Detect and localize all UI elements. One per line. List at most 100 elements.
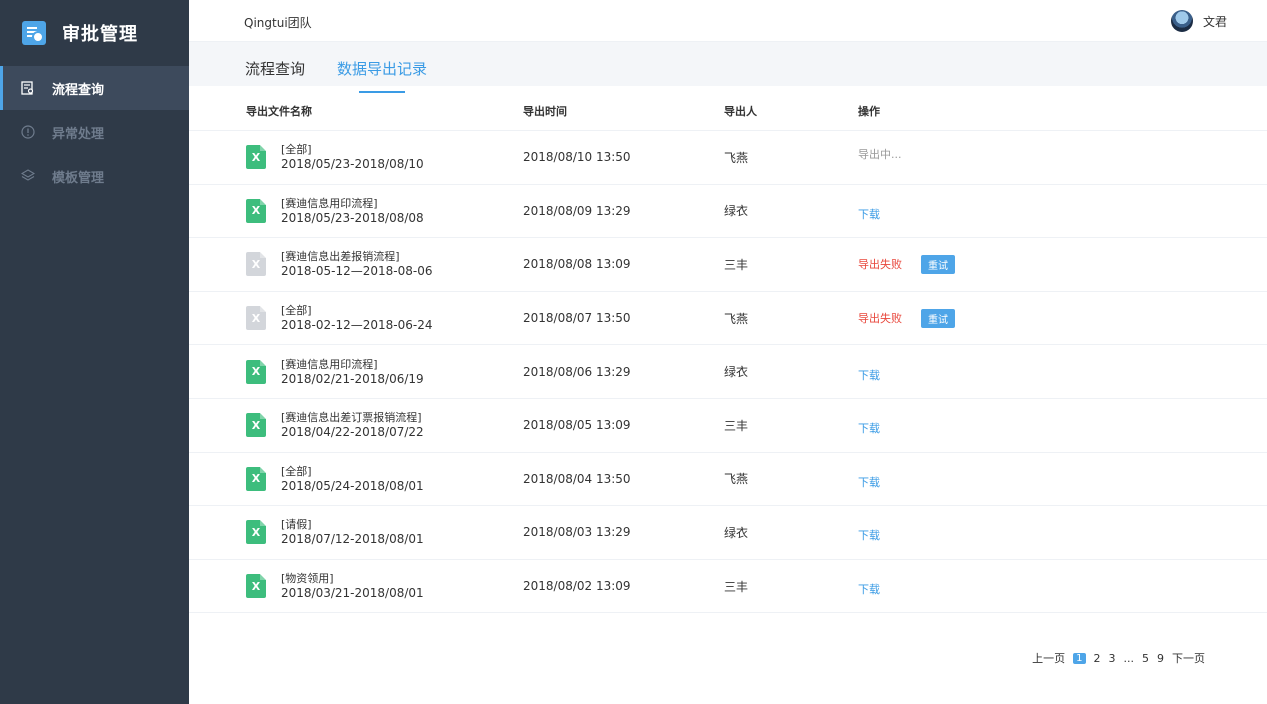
brand: 审批管理	[0, 0, 189, 66]
file-name-cell: X [赛迪信息用印流程] 2018/02/21-2018/06/19	[246, 345, 424, 398]
export-time: 2018/08/10 13:50	[523, 150, 631, 165]
exporting-status: 导出中...	[858, 148, 902, 162]
file-date-range: 2018/04/22-2018/07/22	[281, 425, 424, 440]
page-button[interactable]: 5	[1142, 652, 1149, 665]
download-link[interactable]: 下载	[858, 474, 880, 490]
sidebar: 审批管理 流程查询 异常处理 模板管理	[0, 0, 189, 704]
file-scope: [全部]	[281, 143, 312, 157]
download-link[interactable]: 下载	[858, 367, 880, 383]
file-scope: [赛迪信息用印流程]	[281, 357, 378, 371]
alert-circle-icon	[20, 124, 36, 140]
file-name-cell: X [赛迪信息出差报销流程] 2018-05-12—2018-08-06	[246, 238, 432, 291]
export-time: 2018/08/06 13:29	[523, 364, 631, 379]
tab-bar: 流程查询 数据导出记录	[189, 42, 1267, 93]
exporter-name: 三丰	[724, 579, 749, 594]
approval-app-icon	[22, 21, 46, 45]
retry-button[interactable]: 重试	[921, 308, 955, 328]
export-time: 2018/08/03 13:29	[523, 525, 631, 540]
table-row: X [赛迪信息用印流程] 2018/05/23-2018/08/08 2018/08/…	[189, 185, 1267, 239]
file-name-cell: X [全部] 2018/05/23-2018/08/10	[246, 131, 424, 184]
export-time: 2018/08/07 13:50	[523, 311, 631, 326]
top-bar: Qingtui团队 文君	[189, 0, 1267, 42]
export-time: 2018/08/04 13:50	[523, 471, 631, 486]
user-name: 文君	[1202, 14, 1227, 29]
exporter-name: 三丰	[724, 257, 749, 272]
download-link[interactable]: 下载	[858, 206, 880, 222]
exporter-name: 绿衣	[724, 365, 749, 380]
table-row: X [赛迪信息出差订票报销流程] 2018/04/22-2018/07/22 2018…	[189, 399, 1267, 453]
column-header-file-name: 导出文件名称	[246, 105, 312, 118]
file-date-range: 2018/05/23-2018/08/08	[281, 210, 424, 225]
sidebar-item-label: 流程查询	[52, 82, 105, 98]
file-scope: [请假]	[281, 518, 312, 532]
table-body: X [全部] 2018/05/23-2018/08/10 2018/08/10 13:…	[189, 131, 1267, 614]
user-menu[interactable]: 文君	[1170, 10, 1227, 32]
file-scope: [全部]	[281, 464, 312, 478]
table-row: X [赛迪信息出差报销流程] 2018-05-12—2018-08-06 2018/0…	[189, 238, 1267, 292]
export-time: 2018/08/08 13:09	[523, 257, 631, 272]
file-name-cell: X [全部] 2018-02-12—2018-06-24	[246, 292, 432, 345]
file-date-range: 2018/05/24-2018/08/01	[281, 478, 424, 493]
tab-export-records[interactable]: 数据导出记录	[337, 58, 427, 93]
layers-icon	[20, 168, 36, 184]
file-name-cell: X [赛迪信息用印流程] 2018/05/23-2018/08/08	[246, 185, 424, 238]
sidebar-item-template[interactable]: 模板管理	[0, 154, 189, 198]
page-button[interactable]: 2	[1094, 652, 1101, 665]
file-name: [全部] 2018-02-12—2018-06-24	[281, 304, 432, 332]
actions-cell: 下载	[858, 345, 880, 398]
file-name: [全部] 2018/05/24-2018/08/01	[281, 465, 424, 493]
file-name: [赛迪信息用印流程] 2018/05/23-2018/08/08	[281, 197, 424, 225]
exporter-name: 飞燕	[724, 472, 749, 487]
sidebar-item-label: 模板管理	[52, 170, 105, 186]
next-page-button[interactable]: 下一页	[1172, 650, 1205, 666]
prev-page-button[interactable]: 上一页	[1032, 650, 1065, 666]
actions-cell: 下载	[858, 399, 880, 452]
sidebar-item-label: 异常处理	[52, 126, 105, 142]
table-row: X [请假] 2018/07/12-2018/08/01 2018/08/03 13:…	[189, 506, 1267, 560]
file-name-cell: X [全部] 2018/05/24-2018/08/01	[246, 453, 424, 506]
download-link[interactable]: 下载	[858, 527, 880, 543]
exporter-name: 飞燕	[724, 311, 749, 326]
excel-file-icon: X	[246, 520, 266, 545]
table-row: X [全部] 2018/05/24-2018/08/01 2018/08/04 13:…	[189, 453, 1267, 507]
exporter-name: 三丰	[724, 418, 749, 433]
actions-cell: 下载	[858, 185, 880, 238]
excel-file-icon: X	[246, 198, 266, 223]
file-name: [赛迪信息用印流程] 2018/02/21-2018/06/19	[281, 358, 424, 386]
sidebar-item-exception[interactable]: 异常处理	[0, 110, 189, 154]
file-name-cell: X [物资领用] 2018/03/21-2018/08/01	[246, 560, 424, 613]
file-date-range: 2018/02/21-2018/06/19	[281, 371, 424, 386]
export-records-table: 导出文件名称 导出时间 导出人 操作 X [全部] 2018/05/23-2018/…	[189, 86, 1267, 614]
table-row: X [物资领用] 2018/03/21-2018/08/01 2018/08/02 1…	[189, 560, 1267, 614]
export-time: 2018/08/05 13:09	[523, 418, 631, 433]
actions-cell: 下载	[858, 453, 880, 506]
exporter-name: 绿衣	[724, 525, 749, 540]
file-scope: [赛迪信息用印流程]	[281, 196, 378, 210]
file-scope: [赛迪信息出差订票报销流程]	[281, 411, 422, 425]
tab-process-query[interactable]: 流程查询	[245, 58, 305, 79]
page-button[interactable]: 3	[1109, 652, 1116, 665]
file-scope: [物资领用]	[281, 572, 334, 586]
excel-file-icon: X	[246, 413, 266, 438]
page-button[interactable]: 9	[1157, 652, 1164, 665]
exporter-name: 飞燕	[724, 150, 749, 165]
file-name: [全部] 2018/05/23-2018/08/10	[281, 143, 424, 171]
page-button-current[interactable]: 1	[1073, 652, 1086, 664]
sidebar-item-process-query[interactable]: 流程查询	[0, 66, 189, 110]
file-date-range: 2018/03/21-2018/08/01	[281, 586, 424, 601]
retry-button[interactable]: 重试	[921, 254, 955, 274]
excel-file-icon: X	[246, 252, 266, 277]
file-name: [赛迪信息出差订票报销流程] 2018/04/22-2018/07/22	[281, 411, 424, 439]
team-name: Qingtui团队	[244, 16, 312, 30]
table-row: X [全部] 2018-02-12—2018-06-24 2018/08/07 13:…	[189, 292, 1267, 346]
search-document-icon	[20, 80, 36, 96]
download-link[interactable]: 下载	[858, 420, 880, 436]
avatar	[1170, 10, 1193, 32]
exporter-name: 绿衣	[724, 204, 749, 219]
excel-file-icon: X	[246, 359, 266, 384]
actions-cell: 导出中...	[858, 131, 902, 184]
excel-file-icon: X	[246, 574, 266, 599]
export-failed-status: 导出失败	[858, 312, 902, 326]
file-name: [物资领用] 2018/03/21-2018/08/01	[281, 572, 424, 600]
download-link[interactable]: 下载	[858, 581, 880, 597]
